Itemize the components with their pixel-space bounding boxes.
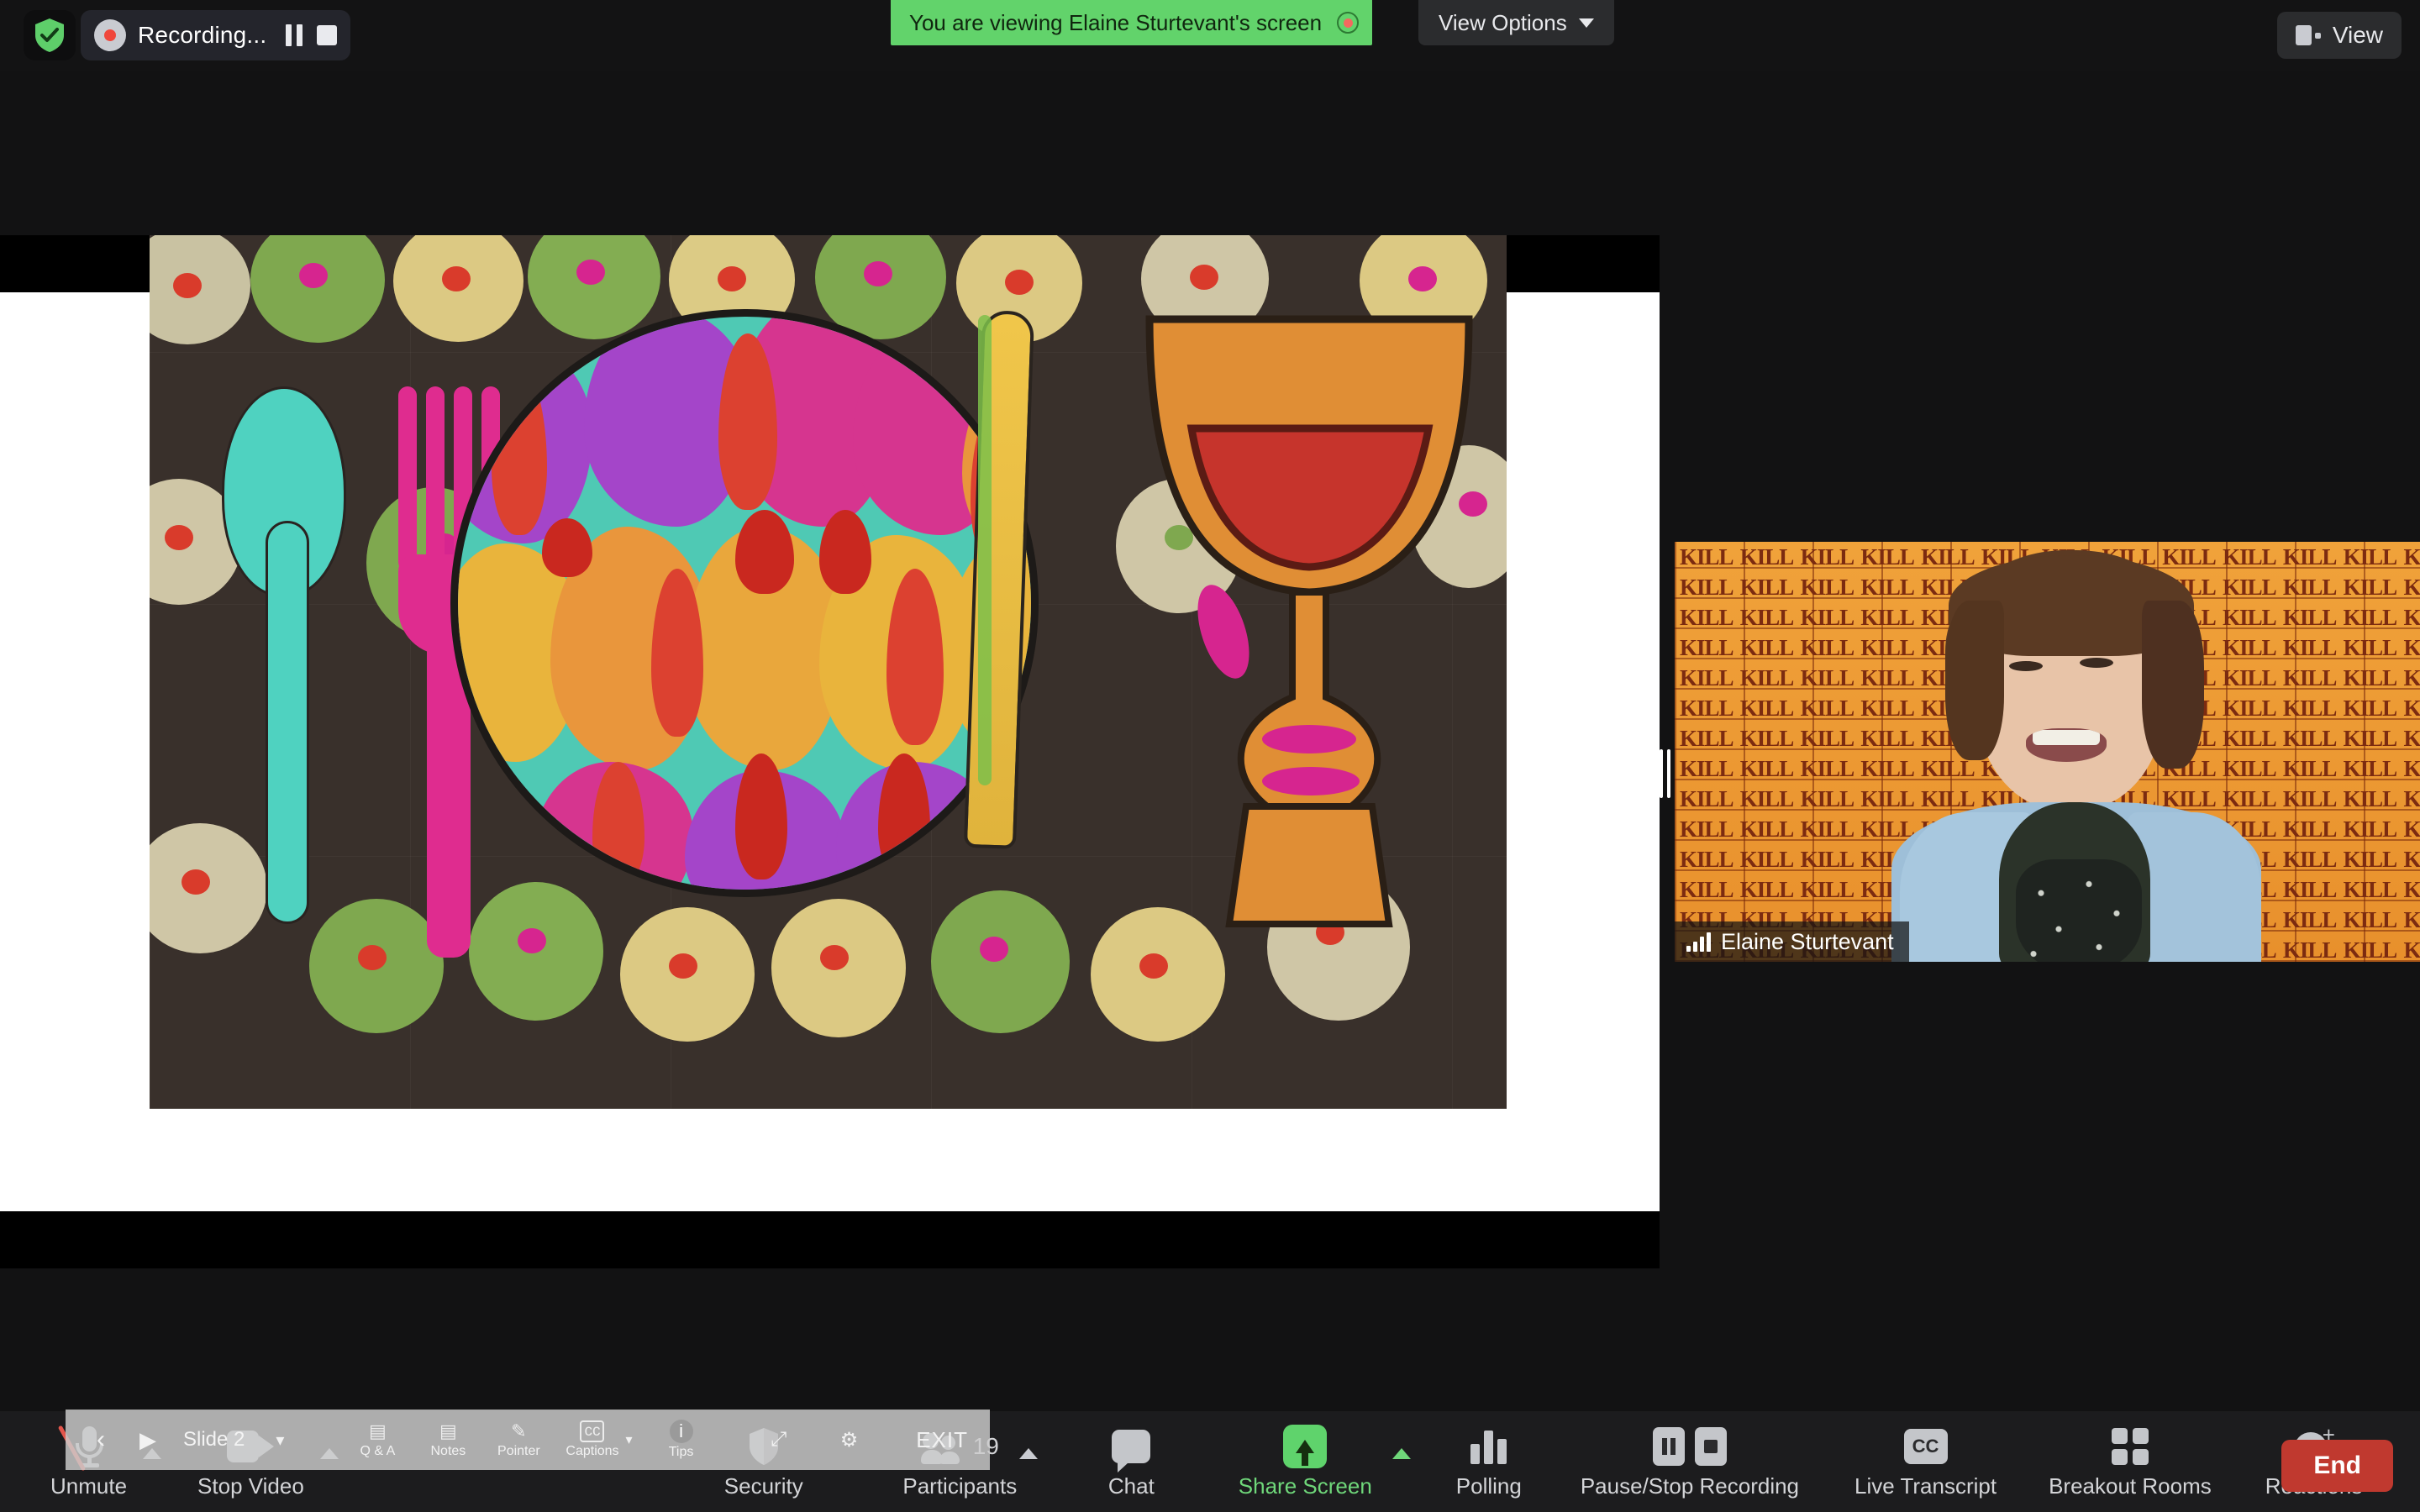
toolbar-pause-stop-recording-button[interactable]: Pause/Stop Recording <box>1581 1411 1799 1512</box>
toolbar-breakout-rooms-label: Breakout Rooms <box>2049 1473 2212 1499</box>
toolbar-security-label: Security <box>723 1473 803 1499</box>
share-screen-options-caret[interactable] <box>1372 1411 1431 1512</box>
share-screen-icon <box>1283 1424 1328 1468</box>
slideshow-captions-dropdown-icon[interactable]: ▾ <box>619 1431 639 1448</box>
slideshow-item-pointer-label: Pointer <box>497 1444 540 1458</box>
qa-icon: ▤ <box>368 1420 387 1441</box>
toolbar-chat-label: Chat <box>1107 1473 1155 1499</box>
toolbar-unmute-label: Unmute <box>50 1473 128 1499</box>
slideshow-item-qa-label: Q & A <box>360 1444 396 1458</box>
slideshow-item-qa[interactable]: ▤ Q & A <box>354 1420 401 1459</box>
end-meeting-button[interactable]: End <box>2281 1440 2393 1492</box>
toolbar-pause-stop-recording-label: Pause/Stop Recording <box>1580 1473 1800 1499</box>
closed-captions-icon: CC <box>1903 1428 1948 1464</box>
record-dot-icon <box>94 19 126 51</box>
settings-gear-icon[interactable]: ⚙ <box>826 1428 873 1452</box>
shared-screen-stage: ‹ ▶ Slide 2 ▾ ▤ Q & A ▤ Notes ✎ Pointer … <box>0 235 1660 1470</box>
toolbar-polling-label: Polling <box>1455 1473 1522 1499</box>
slideshow-item-captions[interactable]: cc Captions <box>566 1420 619 1459</box>
participant-webcam-image <box>1891 550 2261 962</box>
zoom-meeting-window: Recording... You are viewing Elaine Stur… <box>0 0 2420 1512</box>
toolbar-live-transcript-label: Live Transcript <box>1854 1473 1997 1499</box>
slideshow-item-tips-label: Tips <box>668 1445 694 1459</box>
poll-bars-icon <box>1470 1429 1507 1464</box>
slideshow-item-notes-label: Notes <box>430 1444 466 1458</box>
resize-handle-icon[interactable] <box>1654 743 1676 804</box>
slideshow-item-notes[interactable]: ▤ Notes <box>424 1420 471 1459</box>
toolbar-stop-video-label: Stop Video <box>197 1473 304 1499</box>
slideshow-item-tips[interactable]: i Tips <box>658 1420 705 1460</box>
participants-options-caret[interactable] <box>999 1411 1058 1512</box>
fullscreen-icon[interactable]: ⤢ <box>755 1428 802 1452</box>
viewing-screen-banner: You are viewing Elaine Sturtevant's scre… <box>891 0 1373 45</box>
pause-icon[interactable] <box>285 24 303 46</box>
tips-info-icon: i <box>669 1420 693 1443</box>
slideshow-exit-button[interactable]: EXIT <box>916 1427 978 1453</box>
slide-number-label[interactable]: Slide 2 <box>171 1428 256 1452</box>
participant-video-tile[interactable]: KILL KILL KILL KILL KILL KILL KILL KILL … <box>1675 542 2420 962</box>
security-shield-icon <box>35 18 64 52</box>
view-options-label: View Options <box>1439 9 1567 35</box>
recording-indicator-icon <box>1337 12 1360 34</box>
slideshow-toolbar[interactable]: ‹ ▶ Slide 2 ▾ ▤ Q & A ▤ Notes ✎ Pointer … <box>66 1410 990 1470</box>
notes-icon: ▤ <box>439 1420 457 1441</box>
layout-icon <box>2295 25 2321 45</box>
next-slide-icon[interactable]: ▶ <box>124 1427 171 1453</box>
wine-glass-illustration <box>1145 315 1473 927</box>
chat-bubble-icon <box>1112 1429 1151 1473</box>
slide-dropdown-icon[interactable]: ▾ <box>256 1430 303 1451</box>
top-bar: Recording... You are viewing Elaine Stur… <box>0 0 2420 71</box>
shared-artwork-image <box>150 235 1507 1109</box>
spoon-handle <box>266 521 309 924</box>
recording-label: Recording... <box>138 22 267 48</box>
viewing-screen-text: You are viewing Elaine Sturtevant's scre… <box>909 9 1323 35</box>
toolbar-live-transcript-button[interactable]: CC Live Transcript <box>1854 1411 1996 1512</box>
previous-slide-icon[interactable]: ‹ <box>77 1425 124 1454</box>
slideshow-item-captions-label: Captions <box>566 1444 619 1458</box>
security-shield-button[interactable] <box>24 10 76 60</box>
stop-icon[interactable] <box>317 25 338 45</box>
recording-pill: Recording... <box>81 10 351 60</box>
view-label: View <box>2332 22 2383 48</box>
plate-illustration <box>450 309 1039 897</box>
slideshow-item-pointer[interactable]: ✎ Pointer <box>495 1420 542 1459</box>
chevron-down-icon <box>1578 18 1594 28</box>
toolbar-breakout-rooms-button[interactable]: Breakout Rooms <box>2049 1411 2212 1512</box>
participant-name-badge: Elaine Sturtevant <box>1675 921 1909 962</box>
toolbar-share-screen-label: Share Screen <box>1238 1473 1372 1499</box>
pointer-icon: ✎ <box>511 1420 527 1441</box>
view-options-button[interactable]: View Options <box>1418 0 1614 45</box>
view-layout-button[interactable]: View <box>2276 12 2402 59</box>
toolbar-share-screen-button[interactable]: Share Screen <box>1239 1411 1372 1512</box>
captions-icon: cc <box>580 1420 605 1442</box>
pause-stop-recording-icon <box>1652 1426 1727 1466</box>
toolbar-chat-button[interactable]: Chat <box>1108 1411 1155 1512</box>
participant-name-label: Elaine Sturtevant <box>1721 928 1894 954</box>
toolbar-polling-button[interactable]: Polling <box>1456 1411 1522 1512</box>
breakout-rooms-icon <box>2111 1427 2149 1465</box>
audio-level-bars-icon <box>1686 932 1711 952</box>
knife-edge <box>978 315 992 785</box>
